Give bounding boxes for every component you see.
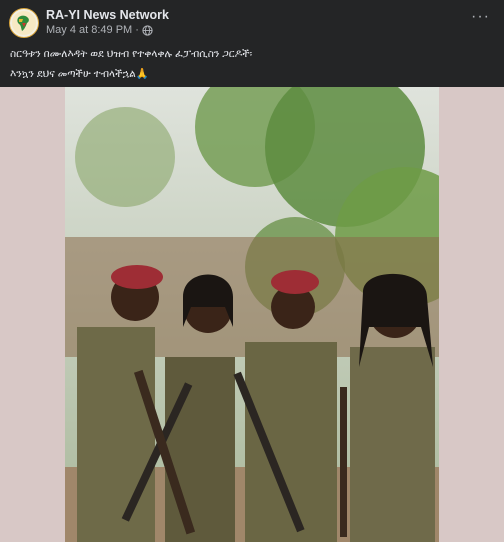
- facebook-post: RA-YI News Network May 4 at 8:49 PM · ··…: [0, 0, 504, 542]
- post-meta: May 4 at 8:49 PM ·: [46, 24, 153, 37]
- post-photo[interactable]: [65, 87, 439, 542]
- meta-separator: ·: [135, 24, 139, 36]
- caption-line-2: እንኳን ደህና መጣችሁ ተብላችኋል🙏: [10, 68, 149, 80]
- post-header: RA-YI News Network May 4 at 8:49 PM · ··…: [0, 0, 504, 44]
- photo-soldiers-image: [65, 87, 439, 542]
- globe-icon: [142, 25, 153, 36]
- post-caption: ስርዓቱን በሙለእዳት ወደ ህዝብ የተቀላቀሉ ፈፓብሲስን ጋርዶች፡ …: [0, 44, 504, 84]
- post-media[interactable]: [0, 87, 504, 542]
- post-timestamp[interactable]: May 4 at 8:49 PM: [46, 24, 132, 37]
- caption-line-1: ስርዓቱን በሙለእዳት ወደ ህዝብ የተቀላቀሉ ፈፓብሲስን ጋርዶች፡: [10, 48, 253, 60]
- more-options-icon[interactable]: ···: [471, 9, 490, 25]
- page-avatar[interactable]: [9, 8, 39, 38]
- page-name[interactable]: RA-YI News Network: [46, 8, 169, 23]
